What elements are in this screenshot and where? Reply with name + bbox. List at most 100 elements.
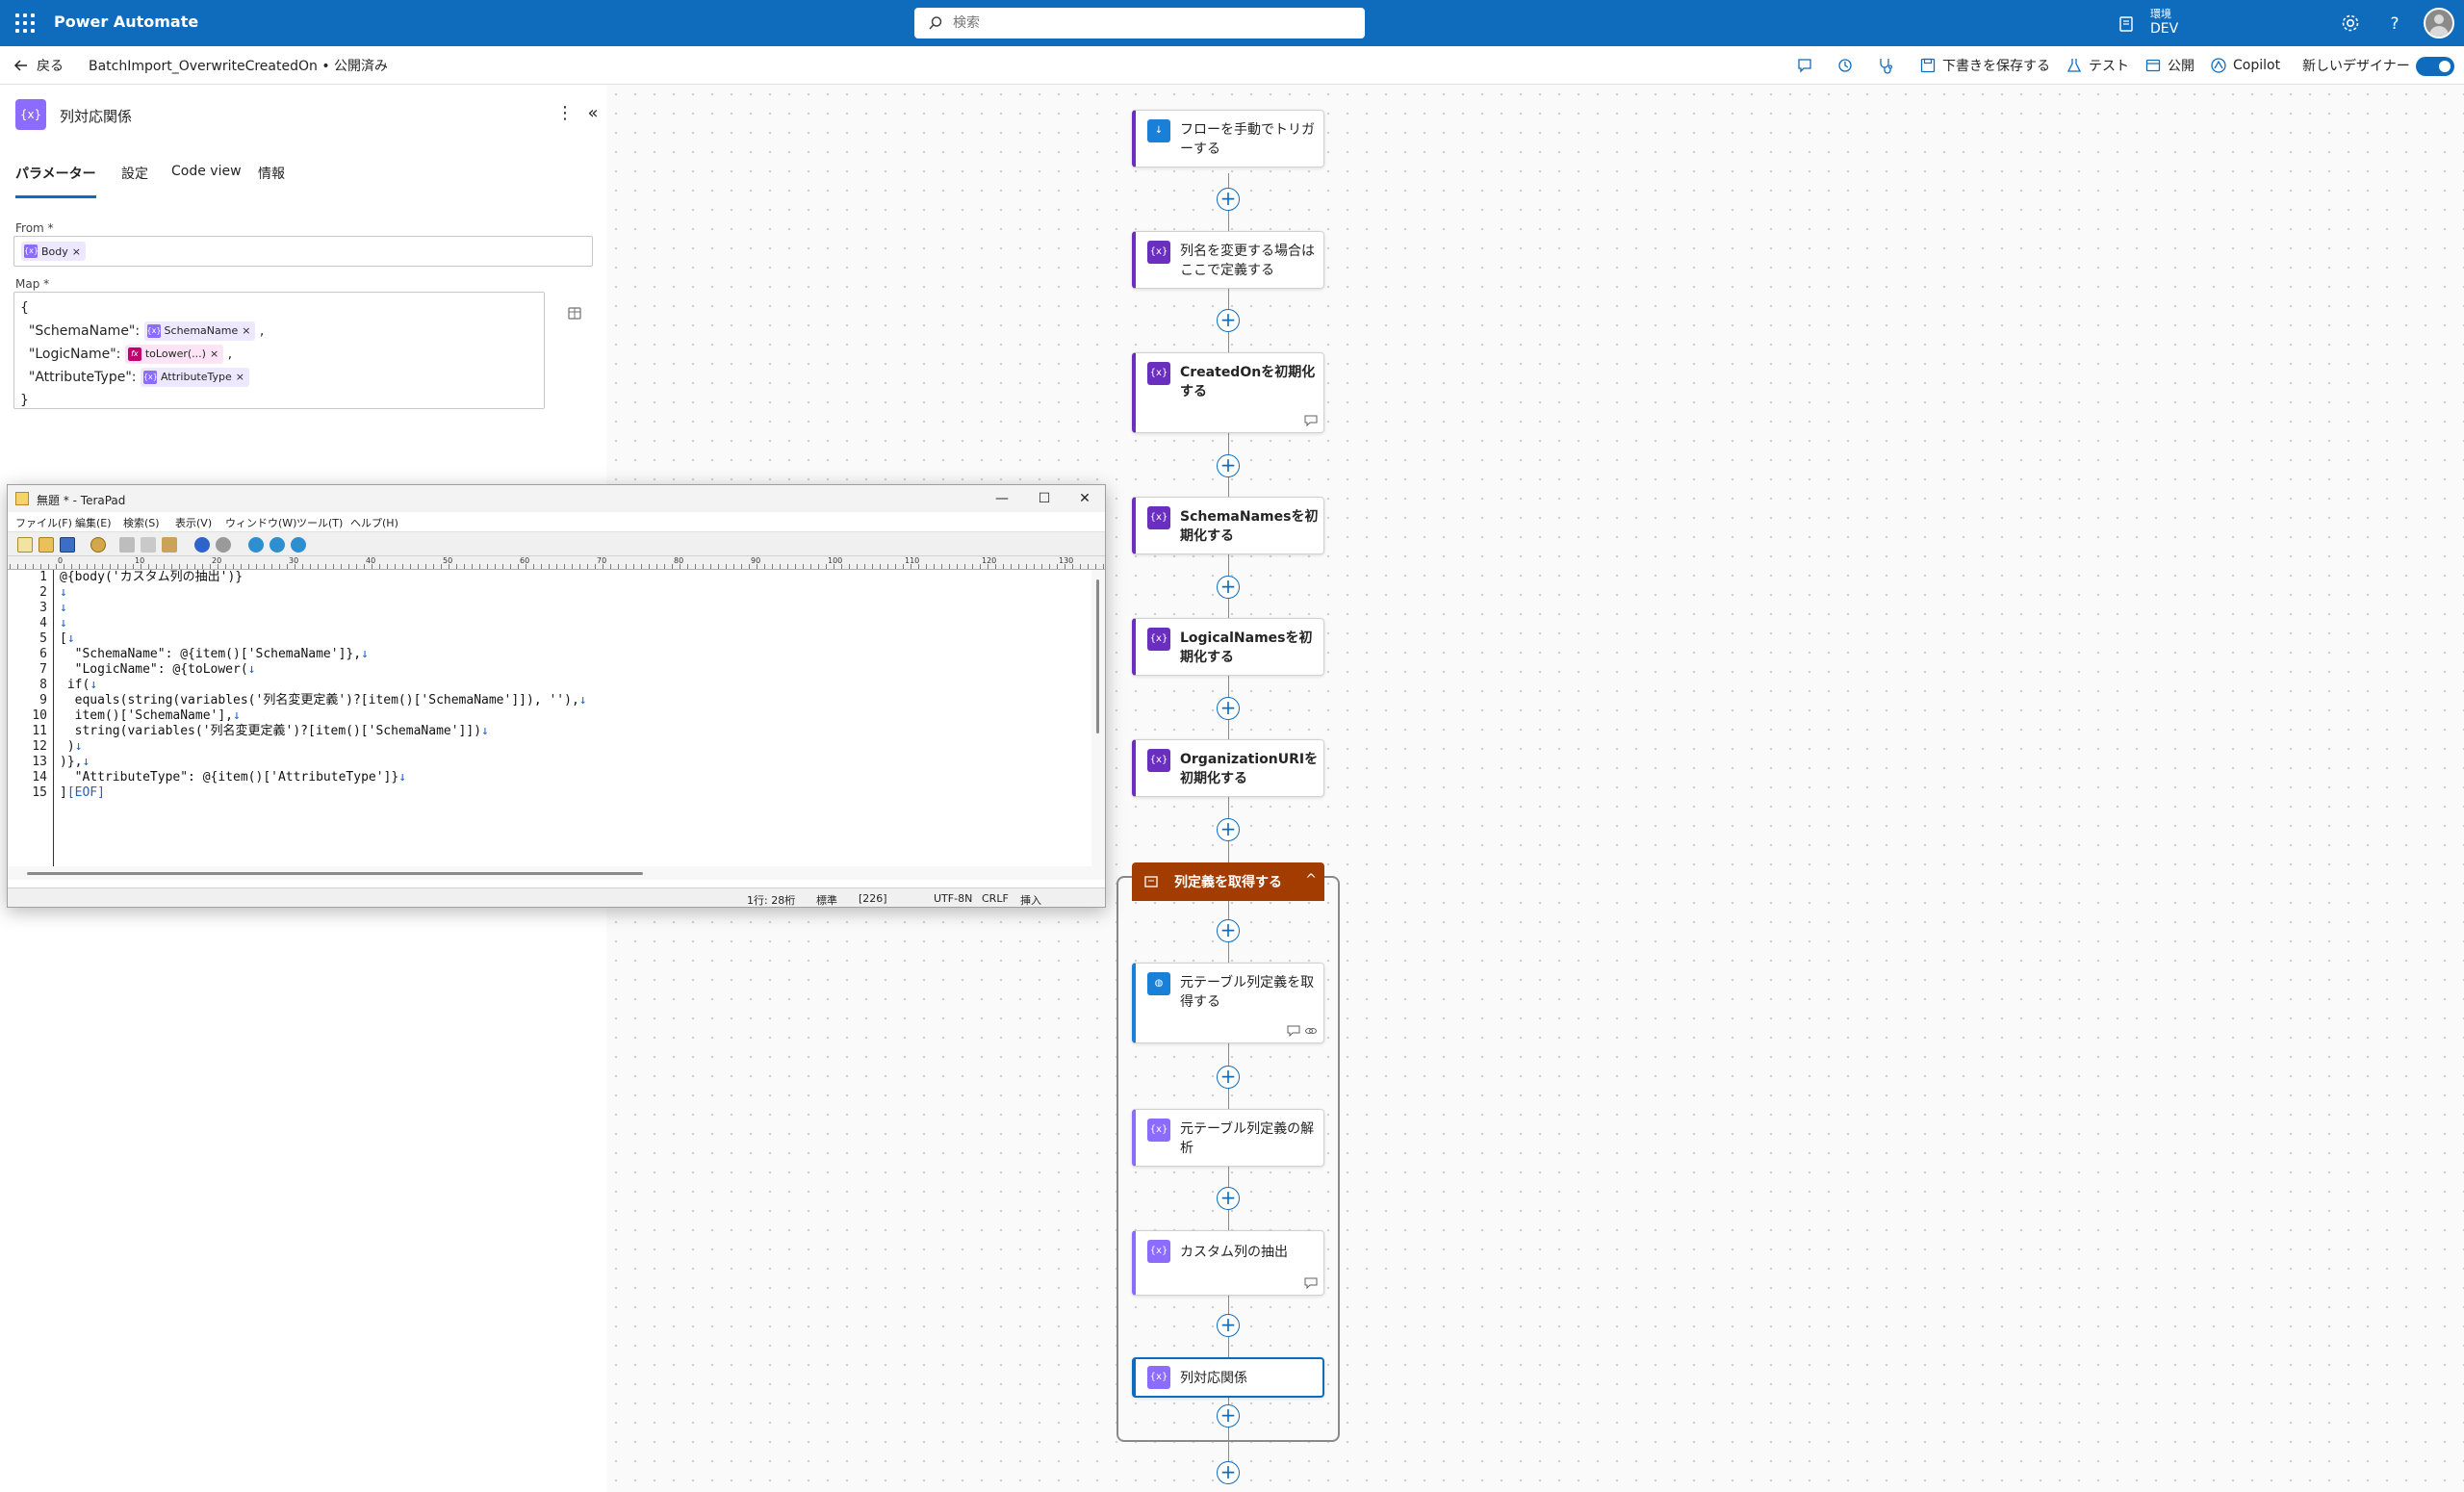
- insert-step-plus-icon[interactable]: +: [1217, 697, 1240, 720]
- tab-settings[interactable]: 設定: [121, 164, 148, 198]
- flow-step-parse-column-definitions[interactable]: {x} 元テーブル列定義の解析: [1132, 1109, 1324, 1167]
- panel-title[interactable]: 列対応関係: [60, 106, 132, 126]
- terapad-titlebar[interactable]: 無題 * - TeraPad — ☐ ✕: [8, 485, 1105, 512]
- insert-step-plus-icon[interactable]: +: [1217, 576, 1240, 599]
- flow-step-manual-trigger[interactable]: ↓ フローを手動でトリガーする: [1132, 110, 1324, 167]
- maximize-icon[interactable]: ☐: [1022, 485, 1066, 512]
- comment-icon[interactable]: [1304, 1277, 1318, 1289]
- map-separator: ,: [259, 323, 265, 339]
- line-number: 13: [32, 755, 47, 769]
- flow-step-extract-custom-columns[interactable]: {x} カスタム列の抽出: [1132, 1230, 1324, 1296]
- map-key: "LogicName":: [28, 347, 121, 362]
- remove-token-icon[interactable]: ×: [210, 343, 218, 366]
- comment-icon[interactable]: [1287, 1025, 1300, 1037]
- flow-step-column-mapping[interactable]: {x} 列対応関係: [1132, 1357, 1324, 1398]
- flow-step-get-column-definitions[interactable]: ◍ 元テーブル列定義を取得する: [1132, 963, 1324, 1043]
- map-value-token[interactable]: {x} AttributeType ×: [140, 366, 249, 389]
- menu-edit[interactable]: 編集(E): [75, 515, 112, 530]
- save-icon[interactable]: [60, 537, 75, 553]
- copy-icon[interactable]: [141, 537, 156, 553]
- save-draft-button[interactable]: 下書きを保存する: [1919, 55, 2050, 76]
- insert-step-plus-icon[interactable]: +: [1217, 919, 1240, 942]
- line-text: @{body('カスタム列の抽出')}: [60, 570, 244, 584]
- replace-icon[interactable]: [291, 537, 306, 553]
- flow-step-init-schemanames[interactable]: {x} SchemaNamesを初期化する: [1132, 497, 1324, 554]
- app-title[interactable]: Power Automate: [54, 13, 198, 31]
- insert-step-plus-icon[interactable]: +: [1217, 309, 1240, 332]
- collapse-chevron-up-icon[interactable]: ^: [1305, 872, 1317, 887]
- insert-step-plus-icon[interactable]: +: [1217, 1404, 1240, 1428]
- flow-step-init-createdon[interactable]: {x} CreatedOnを初期化する: [1132, 352, 1324, 433]
- insert-step-plus-icon[interactable]: +: [1217, 1461, 1240, 1484]
- paste-icon[interactable]: [162, 537, 177, 553]
- new-file-icon[interactable]: [17, 537, 33, 553]
- map-label: Map *: [15, 277, 50, 291]
- minimize-icon[interactable]: —: [980, 485, 1024, 512]
- map-close-brace: }: [20, 393, 29, 408]
- cut-icon[interactable]: [119, 537, 135, 553]
- new-designer-toggle[interactable]: [2416, 57, 2454, 76]
- text-editor[interactable]: @{body('カスタム列の抽出')} ↓ ↓ ↓ [↓ "SchemaName": @…: [56, 570, 1091, 866]
- redo-icon[interactable]: [216, 537, 231, 553]
- remove-token-icon[interactable]: ×: [242, 320, 250, 343]
- version-history-button[interactable]: [1836, 55, 1854, 76]
- print-icon[interactable]: [90, 537, 106, 553]
- collapse-panel-icon[interactable]: «: [583, 104, 603, 123]
- find-icon[interactable]: [248, 537, 264, 553]
- flow-step-init-logicalnames[interactable]: {x} LogicalNamesを初期化する: [1132, 618, 1324, 676]
- menu-file[interactable]: ファイル(F): [15, 515, 72, 530]
- insert-step-plus-icon[interactable]: +: [1217, 1314, 1240, 1337]
- environment-picker[interactable]: 環境 DEV: [2118, 6, 2252, 40]
- search-input[interactable]: [953, 13, 1338, 33]
- ruler-mark: 110: [905, 556, 920, 565]
- publish-button[interactable]: 公開: [2144, 55, 2194, 76]
- horizontal-scrollbar[interactable]: [8, 866, 1105, 880]
- insert-step-plus-icon[interactable]: +: [1217, 1066, 1240, 1089]
- menu-view[interactable]: 表示(V): [175, 515, 212, 530]
- menu-window[interactable]: ウィンドウ(W): [225, 515, 296, 530]
- map-field[interactable]: { "SchemaName": {x} SchemaName × , "Logi…: [13, 292, 545, 409]
- from-field[interactable]: {x} Body ×: [13, 236, 593, 267]
- undo-icon[interactable]: [194, 537, 210, 553]
- back-button[interactable]: 戻る: [13, 56, 64, 75]
- menu-help[interactable]: ヘルプ(H): [350, 515, 398, 530]
- test-button[interactable]: テスト: [2066, 55, 2129, 76]
- map-value-token[interactable]: {x} SchemaName ×: [143, 320, 256, 343]
- insert-step-plus-icon[interactable]: +: [1217, 1187, 1240, 1210]
- help-question-icon[interactable]: ?: [2383, 12, 2406, 35]
- find-next-icon[interactable]: [270, 537, 285, 553]
- menu-tools[interactable]: ツール(T): [296, 515, 343, 530]
- vertical-scrollbar[interactable]: [1091, 570, 1105, 866]
- variable-icon: {x}: [1147, 506, 1170, 529]
- tab-parameters[interactable]: パラメーター: [15, 164, 96, 198]
- flow-step-init-organizationuri[interactable]: {x} OrganizationURIを初期化する: [1132, 739, 1324, 797]
- user-avatar[interactable]: [2424, 8, 2454, 39]
- copilot-button[interactable]: Copilot: [2210, 55, 2280, 76]
- map-value-token[interactable]: fx toLower(...) ×: [124, 343, 224, 366]
- link-icon[interactable]: [1304, 1025, 1318, 1037]
- app-launcher-icon[interactable]: [15, 13, 35, 33]
- tab-code-view[interactable]: Code view: [171, 164, 242, 198]
- ruler-mark: 70: [597, 556, 607, 565]
- search-box[interactable]: [914, 8, 1365, 39]
- tab-about[interactable]: 情報: [258, 164, 285, 198]
- flow-checker-button[interactable]: [1877, 55, 1894, 76]
- insert-step-plus-icon[interactable]: +: [1217, 188, 1240, 211]
- menu-search[interactable]: 検索(S): [123, 515, 160, 530]
- switch-to-table-icon[interactable]: [566, 304, 583, 322]
- open-folder-icon[interactable]: [38, 537, 54, 553]
- close-icon[interactable]: ✕: [1063, 485, 1107, 512]
- scope-header[interactable]: 列定義を取得する ^: [1132, 862, 1324, 901]
- settings-gear-icon[interactable]: [2339, 12, 2362, 35]
- flow-step-rename-definition[interactable]: {x} 列名を変更する場合はここで定義する: [1132, 231, 1324, 289]
- from-token[interactable]: {x} Body ×: [21, 242, 86, 261]
- remove-token-icon[interactable]: ×: [72, 245, 81, 258]
- comment-icon[interactable]: [1304, 415, 1318, 426]
- more-options-icon[interactable]: ⋮: [556, 104, 574, 123]
- feedback-button[interactable]: [1796, 55, 1813, 76]
- insert-step-plus-icon[interactable]: +: [1217, 818, 1240, 841]
- environment-icon: [2119, 16, 2133, 32]
- insert-step-plus-icon[interactable]: +: [1217, 454, 1240, 477]
- remove-token-icon[interactable]: ×: [236, 366, 244, 389]
- line-number: 6: [39, 647, 47, 661]
